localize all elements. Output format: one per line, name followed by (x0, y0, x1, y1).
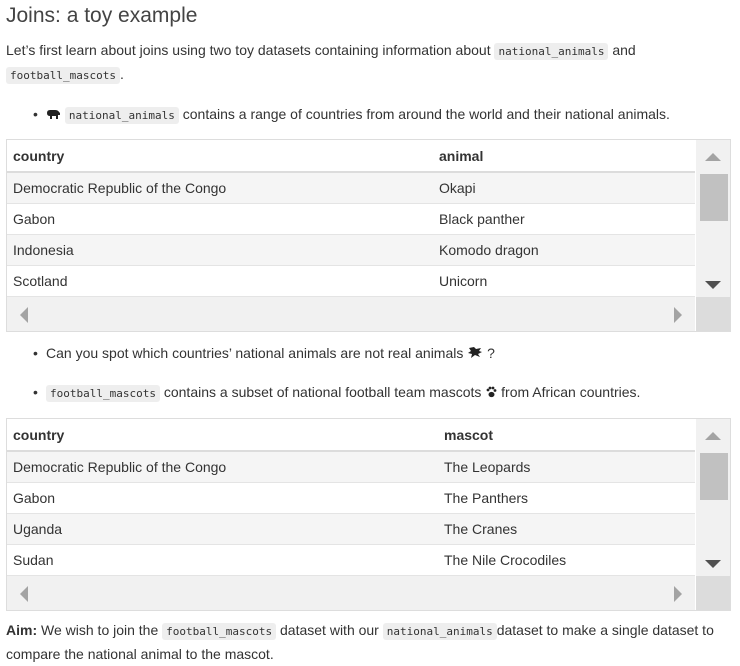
scroll-left-arrow-icon[interactable] (20, 307, 28, 323)
scrollbar-corner (696, 576, 730, 610)
bullet-dot: • (33, 106, 38, 122)
bullet-question: • Can you spot which countries’ national… (33, 343, 495, 364)
football-mascots-table[interactable]: country mascot Democratic Republic of th… (6, 418, 731, 611)
scroll-down-arrow-icon[interactable] (705, 560, 721, 568)
cell-mascot: The Leopards (444, 459, 531, 475)
aim-text: dataset with our (276, 622, 383, 638)
intro-code-football-mascots: football_mascots (6, 67, 120, 84)
scroll-down-arrow-icon[interactable] (705, 281, 721, 289)
cell-country: Gabon (13, 490, 56, 506)
horizontal-scrollbar[interactable] (7, 297, 695, 331)
cell-mascot: The Nile Crocodiles (444, 552, 567, 568)
table-row: Sudan The Nile Crocodiles (7, 545, 695, 576)
paw-icon (485, 383, 497, 403)
table-row: Scotland Unicorn (7, 266, 695, 297)
table-row: Gabon The Panthers (7, 483, 695, 514)
cell-animal: Okapi (439, 180, 476, 196)
bullet-text: contains a range of countries from aroun… (178, 106, 670, 122)
cell-country: Gabon (13, 211, 56, 227)
hippo-icon (46, 105, 61, 125)
column-header-country: country (13, 148, 65, 164)
vertical-scrollbar[interactable] (696, 140, 730, 297)
cell-country: Democratic Republic of the Congo (13, 459, 227, 475)
aim-text: We wish to join the (37, 622, 163, 638)
intro-text: Let’s first learn about joins using two … (6, 42, 495, 58)
cell-animal: Unicorn (439, 273, 488, 289)
table-row: Uganda The Cranes (7, 514, 695, 545)
table-row: Gabon Black panther (7, 204, 695, 235)
aim-code-football-mascots: football_mascots (162, 623, 277, 640)
scrollbar-thumb[interactable] (700, 174, 728, 221)
intro-text-and: and (608, 42, 636, 58)
bullet-dot: • (33, 384, 38, 400)
bullet-national-animals: • national_animals contains a range of c… (33, 104, 670, 126)
national-animals-table[interactable]: country animal Democratic Republic of th… (6, 139, 731, 332)
cell-mascot: The Panthers (444, 490, 529, 506)
scrollbar-thumb[interactable] (700, 453, 728, 500)
cell-country: Scotland (13, 273, 68, 289)
table-row: Democratic Republic of the Congo Okapi (7, 173, 695, 204)
column-header-animal: animal (439, 148, 484, 164)
horizontal-scrollbar[interactable] (7, 576, 695, 610)
scroll-up-arrow-icon[interactable] (705, 153, 721, 161)
cell-country: Uganda (13, 521, 63, 537)
bullet-code-football-mascots: football_mascots (46, 385, 160, 402)
cell-country: Sudan (13, 552, 54, 568)
bullet-text: contains a subset of national football t… (159, 384, 486, 400)
cell-animal: Black panther (439, 211, 525, 227)
bullet-code-national-animals: national_animals (64, 107, 179, 124)
cell-country: Democratic Republic of the Congo (13, 180, 227, 196)
table-header: country animal (7, 140, 695, 173)
cell-mascot: The Cranes (444, 521, 518, 537)
bullet-text-end: from African countries. (497, 384, 641, 400)
bullet-text: Can you spot which countries’ national a… (46, 345, 464, 361)
table-row: Democratic Republic of the Congo The Leo… (7, 452, 695, 483)
dragon-icon (467, 344, 483, 364)
table-header: country mascot (7, 419, 695, 452)
scroll-left-arrow-icon[interactable] (20, 586, 28, 602)
aim-label: Aim: (6, 622, 38, 638)
intro-text-end: . (119, 66, 124, 82)
intro-code-national-animals: national_animals (494, 43, 609, 60)
cell-animal: Komodo dragon (439, 242, 539, 258)
column-header-mascot: mascot (444, 427, 494, 443)
bullet-text-end: ? (483, 345, 495, 361)
bullet-football-mascots: • football_mascots contains a subset of … (33, 382, 641, 404)
cell-country: Indonesia (13, 242, 74, 258)
aim-code-national-animals: national_animals (382, 623, 497, 640)
aim-paragraph: Aim: We wish to join the football_mascot… (6, 619, 731, 666)
column-header-country: country (13, 427, 65, 443)
scrollbar-corner (696, 297, 730, 331)
scroll-up-arrow-icon[interactable] (705, 432, 721, 440)
bullet-dot: • (33, 345, 38, 361)
vertical-scrollbar[interactable] (696, 419, 730, 576)
page-title: Joins: a toy example (6, 4, 198, 27)
intro-paragraph: Let’s first learn about joins using two … (6, 39, 731, 87)
scroll-right-arrow-icon[interactable] (674, 307, 682, 323)
scroll-right-arrow-icon[interactable] (674, 586, 682, 602)
table-row: Indonesia Komodo dragon (7, 235, 695, 266)
